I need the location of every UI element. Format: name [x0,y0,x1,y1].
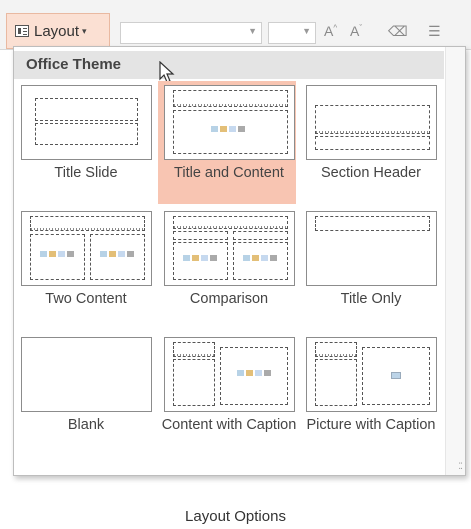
layout-tile-blank[interactable]: Blank [15,335,153,455]
tile-label: Title and Content [174,165,284,181]
thumb-title-only [306,211,437,286]
tile-label: Section Header [321,165,421,181]
clear-formatting-icon[interactable]: ⌫ [388,23,408,40]
grow-font-icon[interactable]: A^ [324,23,337,39]
panel-header: Office Theme [14,51,444,79]
font-name-box[interactable]: ▼ [120,22,262,44]
bullets-icon[interactable]: ☰ [428,23,441,40]
thumb-picture-with-caption [306,337,437,412]
picture-icon [391,372,401,379]
font-size-box[interactable]: ▼ [268,22,316,44]
shrink-font-icon[interactable]: Aˇ [350,23,362,39]
layout-dropdown-panel: Office Theme ⁚⁚ Title Slide Title and Co… [13,46,466,476]
figure-caption: Layout Options [185,508,286,525]
layout-tile-picture-with-caption[interactable]: Picture with Caption [300,335,438,455]
layout-tile-comparison[interactable]: Comparison [158,209,296,309]
layout-tile-two-content[interactable]: Two Content [15,209,153,309]
tile-label: Two Content [45,291,127,307]
scrollbar[interactable]: ⁚⁚ [445,47,465,475]
tile-label: Picture with Caption [306,417,436,433]
tile-label: Content with Caption [161,417,297,433]
layout-tile-section-header[interactable]: Section Header [300,83,438,183]
layout-tile-title-slide[interactable]: Title Slide [15,83,153,183]
chevron-down-icon: ▾ [82,25,87,36]
font-name-dropdown-icon: ▼ [248,26,257,36]
layout-button-label: Layout [34,22,80,40]
layout-icon [15,25,29,37]
thumb-comparison [164,211,295,286]
layout-tile-content-with-caption[interactable]: Content with Caption [158,335,296,455]
resize-grip-icon[interactable]: ⁚⁚ [458,461,463,472]
thumb-title-slide [21,85,152,160]
ribbon-bar: Layout ▾ ▼ ▼ A^ Aˇ ⌫ ☰ [0,0,471,50]
tile-label: Comparison [189,291,269,307]
thumb-title-and-content [164,85,295,160]
tile-label: Title Slide [54,165,118,181]
tile-label: Blank [67,417,105,433]
content-icons [211,126,245,132]
thumb-content-with-caption [164,337,295,412]
font-size-dropdown-icon: ▼ [302,26,311,36]
layout-tile-title-and-content[interactable]: Title and Content [158,81,296,204]
layout-tile-title-only[interactable]: Title Only [300,209,438,309]
thumb-blank [21,337,152,412]
thumb-two-content [21,211,152,286]
thumb-section-header [306,85,437,160]
tile-label: Title Only [340,291,402,307]
layout-button[interactable]: Layout ▾ [6,13,110,49]
